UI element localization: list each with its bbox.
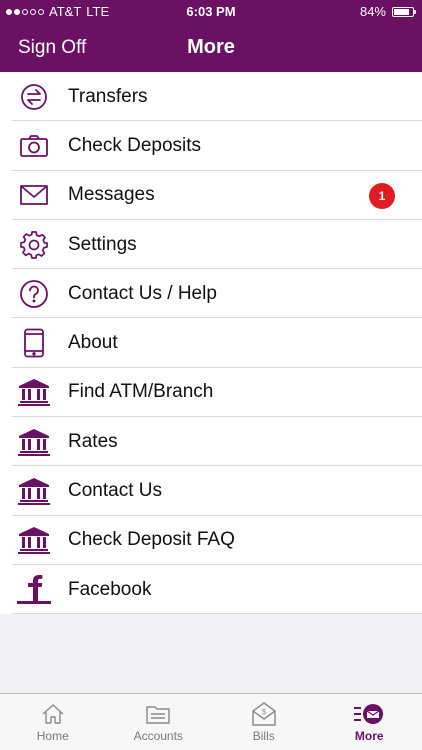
menu-item-label: Rates xyxy=(68,430,118,452)
bank-icon xyxy=(17,425,51,459)
bank-icon xyxy=(17,474,51,508)
menu-item-settings[interactable]: Settings xyxy=(0,220,422,270)
tab-bills[interactable]: $ Bills xyxy=(211,694,317,750)
menu-item-label: Check Deposits xyxy=(68,134,202,156)
phone-icon xyxy=(17,326,51,360)
menu-item-check-deposits[interactable]: Check Deposits xyxy=(0,121,422,171)
menu-item-messages[interactable]: Messages 1 xyxy=(0,171,422,221)
menu-item-contact-us[interactable]: Contact Us xyxy=(0,466,422,516)
tab-home[interactable]: Home xyxy=(0,694,106,750)
nav-bar: Sign Off More xyxy=(0,24,422,72)
status-bar: AT&T LTE 6:03 PM 84% xyxy=(0,0,422,24)
tab-label: Bills xyxy=(252,729,275,743)
menu-item-facebook[interactable]: Facebook xyxy=(0,565,422,615)
battery-percent: 84% xyxy=(359,4,386,19)
menu-item-find-atm-branch[interactable]: Find ATM/Branch xyxy=(0,368,422,418)
accounts-icon xyxy=(145,701,171,727)
menu-item-contact-help[interactable]: Contact Us / Help xyxy=(0,269,422,319)
battery-group: 84% xyxy=(359,4,416,19)
more-menu-list: Transfers Check Deposits Messages 1 Sett… xyxy=(0,72,422,615)
page-title: More xyxy=(187,36,235,58)
menu-item-label: Settings xyxy=(68,233,137,255)
tab-more[interactable]: More xyxy=(317,694,422,750)
clock: 6:03 PM xyxy=(186,4,236,19)
question-icon xyxy=(17,277,51,311)
menu-item-label: Contact Us / Help xyxy=(68,282,217,304)
transfer-icon xyxy=(17,80,51,114)
tab-label: Home xyxy=(36,729,69,743)
battery-icon xyxy=(392,6,416,17)
tab-label: Accounts xyxy=(133,729,183,743)
menu-item-label: Check Deposit FAQ xyxy=(68,529,235,551)
bank-icon xyxy=(17,375,51,409)
tab-label: More xyxy=(354,729,384,743)
unread-count-badge: 1 xyxy=(369,182,395,209)
menu-item-rates[interactable]: Rates xyxy=(0,417,422,467)
envelope-icon xyxy=(17,178,51,212)
menu-item-label: About xyxy=(68,332,118,354)
gear-icon xyxy=(17,228,51,262)
svg-text:$: $ xyxy=(261,707,266,716)
tab-bar: Home Accounts $ Bills More xyxy=(0,693,422,750)
menu-item-label: Contact Us xyxy=(68,480,162,502)
menu-item-label: Facebook xyxy=(68,578,152,600)
menu-item-label: Transfers xyxy=(68,85,148,107)
more-icon xyxy=(354,701,384,727)
bills-icon: $ xyxy=(251,701,277,727)
menu-item-label: Messages xyxy=(68,184,155,206)
bank-icon xyxy=(17,523,51,557)
menu-item-transfers[interactable]: Transfers xyxy=(0,72,422,122)
facebook-icon xyxy=(17,573,51,607)
menu-item-label: Find ATM/Branch xyxy=(68,381,214,403)
camera-icon xyxy=(17,129,51,163)
home-icon xyxy=(41,701,65,727)
menu-item-check-deposit-faq[interactable]: Check Deposit FAQ xyxy=(0,516,422,566)
tab-accounts[interactable]: Accounts xyxy=(106,694,212,750)
menu-item-about[interactable]: About xyxy=(0,318,422,369)
